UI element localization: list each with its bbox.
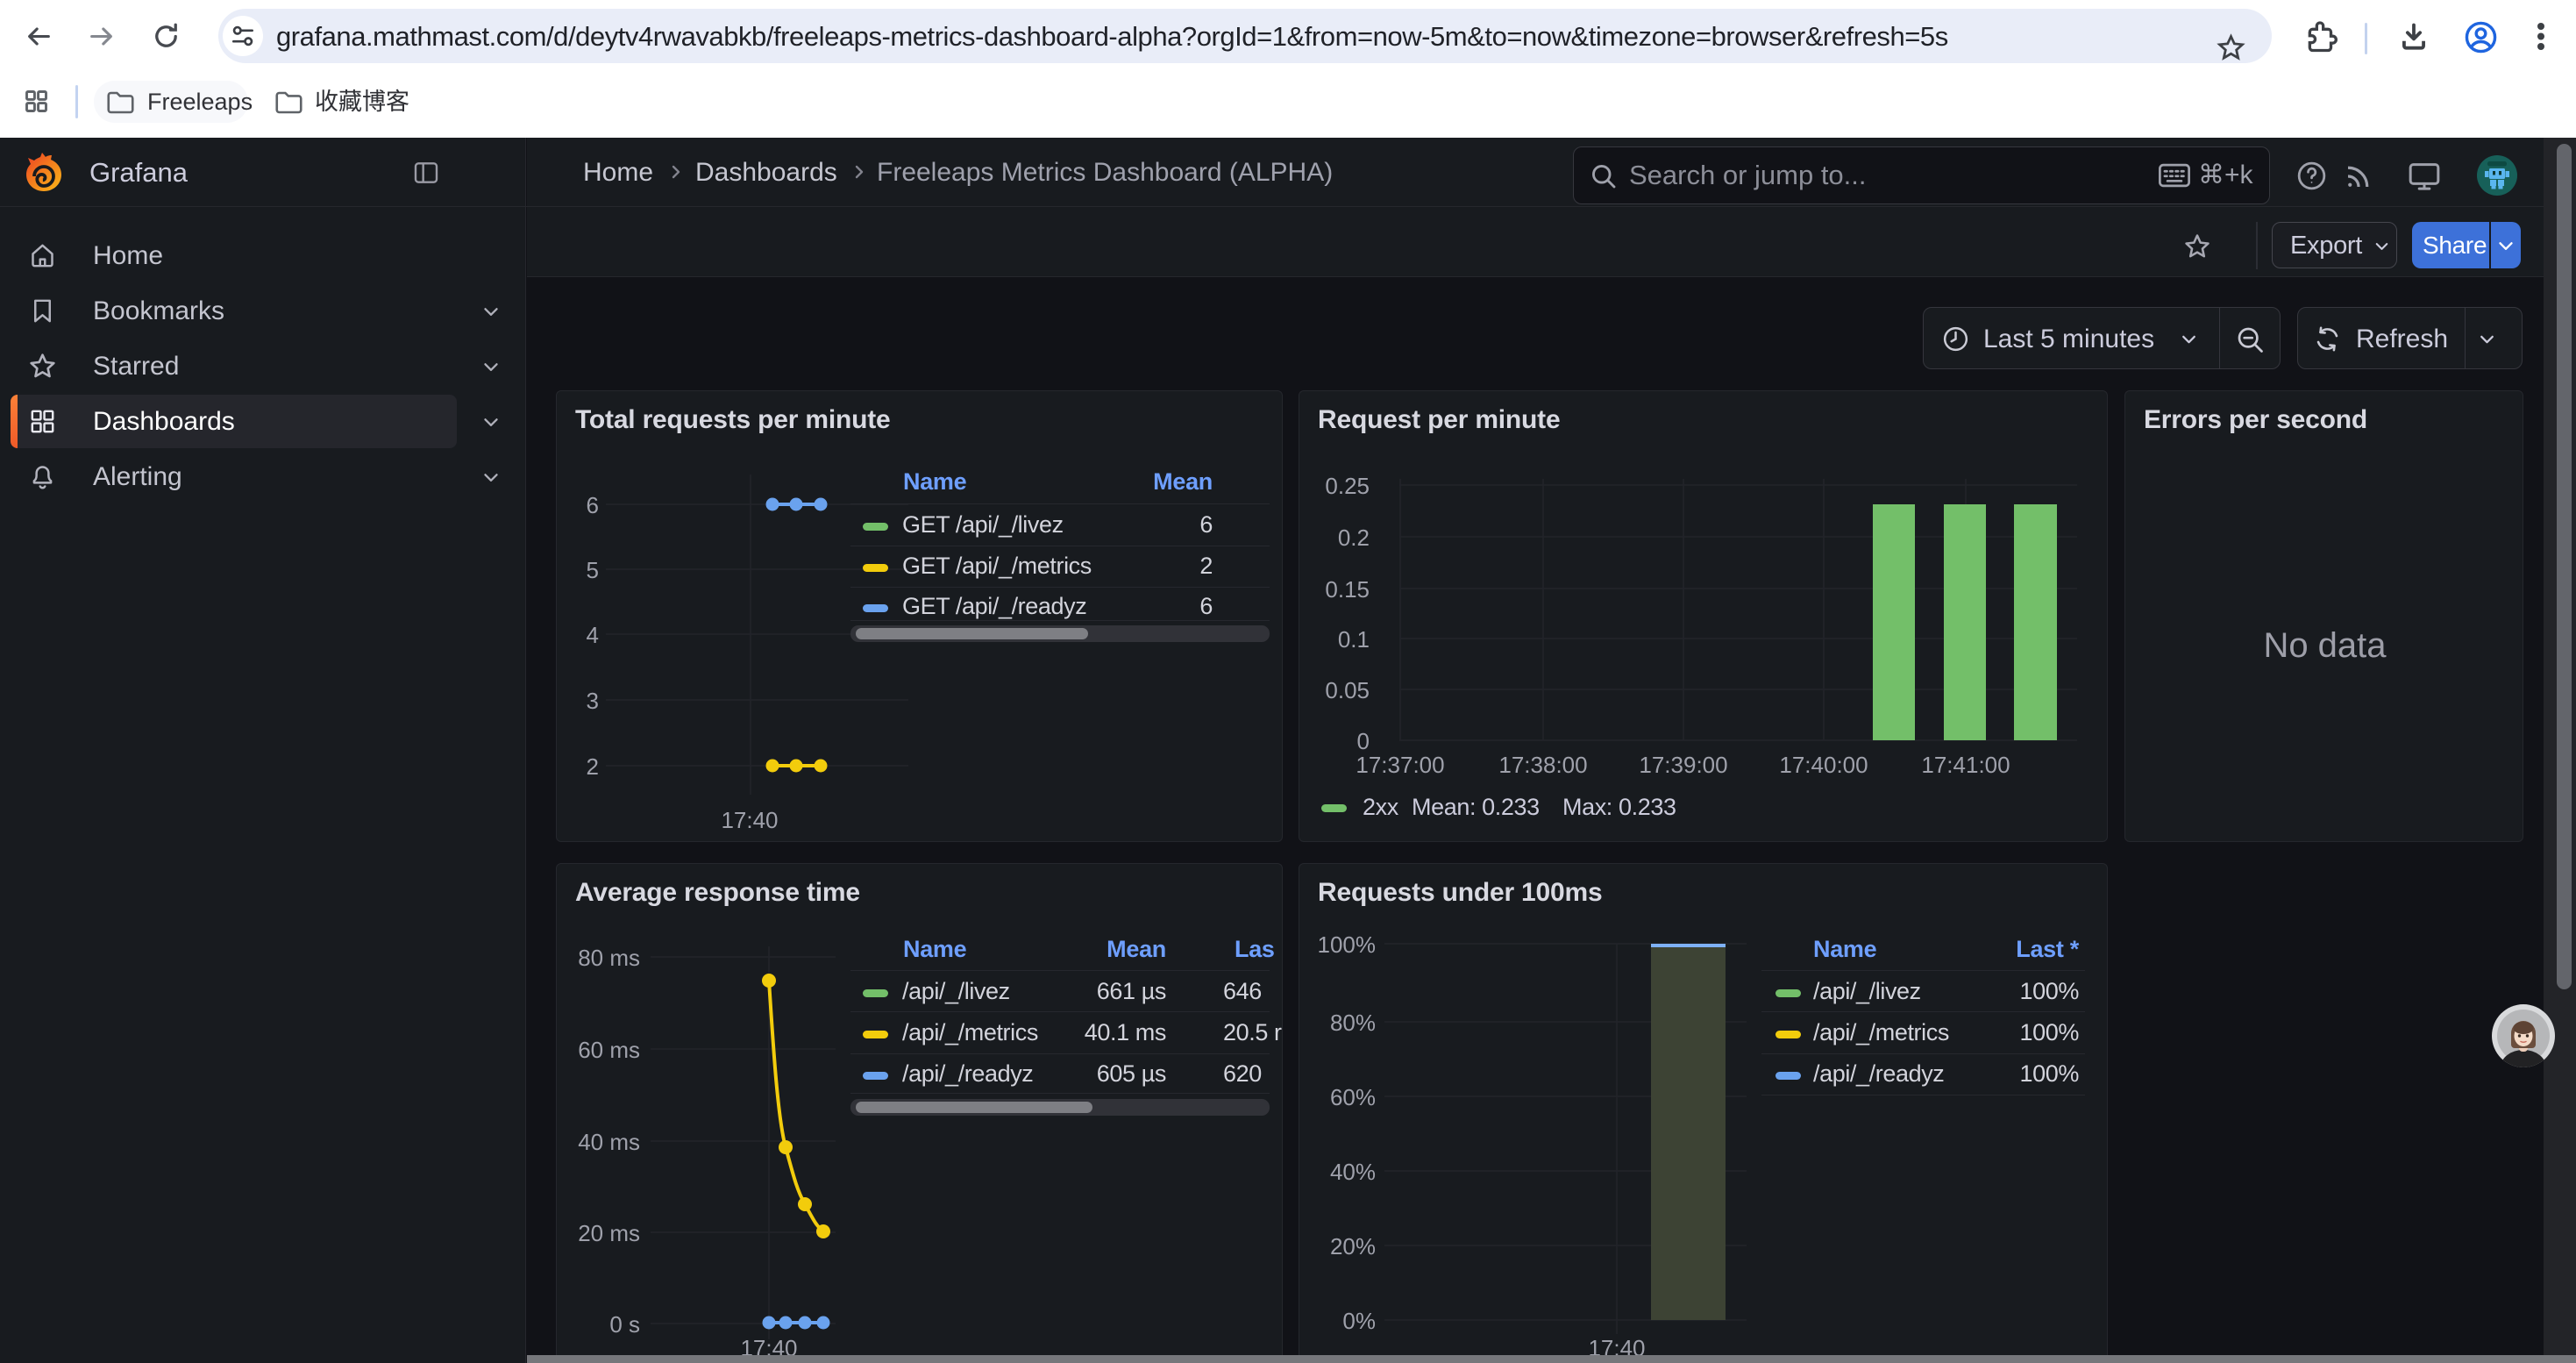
svg-text:0.05: 0.05 (1325, 677, 1370, 703)
svg-text:0: 0 (1357, 728, 1370, 754)
svg-text:17:37:00: 17:37:00 (1356, 752, 1444, 778)
svg-text:0.2: 0.2 (1338, 525, 1370, 551)
svg-text:60%: 60% (1330, 1084, 1376, 1110)
svg-text:17:38:00: 17:38:00 (1498, 752, 1587, 778)
svg-text:40%: 40% (1330, 1159, 1376, 1185)
svg-text:60 ms: 60 ms (578, 1037, 640, 1063)
svg-text:0 s: 0 s (609, 1311, 640, 1338)
svg-text:0.15: 0.15 (1325, 576, 1370, 603)
svg-text:3: 3 (587, 688, 599, 714)
svg-text:100%: 100% (1318, 931, 1377, 958)
svg-text:0.1: 0.1 (1338, 626, 1370, 653)
svg-text:17:40: 17:40 (721, 807, 778, 833)
svg-text:17:41:00: 17:41:00 (1921, 752, 2010, 778)
svg-text:20 ms: 20 ms (578, 1220, 640, 1246)
svg-text:6: 6 (587, 492, 599, 518)
svg-text:20%: 20% (1330, 1233, 1376, 1260)
svg-text:80 ms: 80 ms (578, 945, 640, 971)
svg-text:0.25: 0.25 (1325, 473, 1370, 499)
svg-text:2: 2 (587, 753, 599, 780)
svg-text:4: 4 (587, 622, 599, 648)
svg-text:5: 5 (587, 557, 599, 583)
svg-text:17:40:00: 17:40:00 (1779, 752, 1868, 778)
svg-text:80%: 80% (1330, 1010, 1376, 1036)
svg-text:17:39:00: 17:39:00 (1639, 752, 1727, 778)
svg-text:0%: 0% (1342, 1308, 1376, 1334)
svg-text:40 ms: 40 ms (578, 1129, 640, 1155)
